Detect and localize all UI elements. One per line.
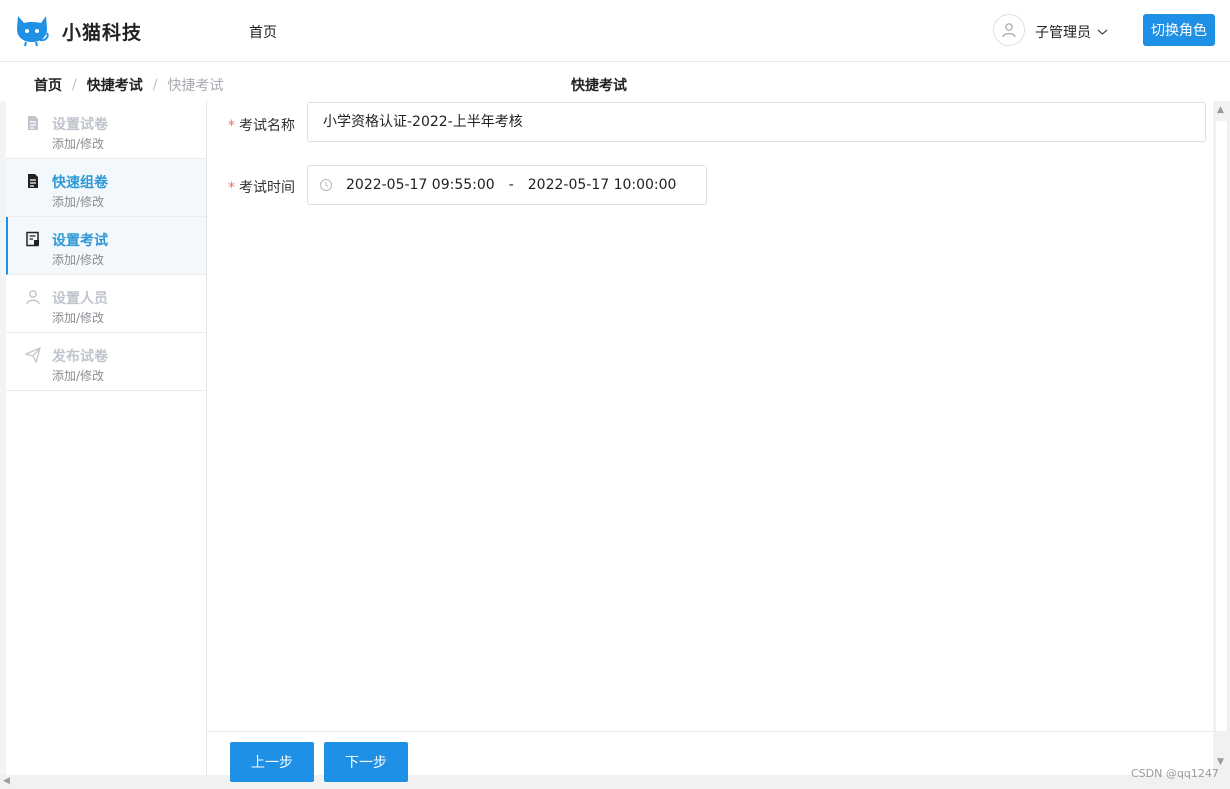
- switch-role-button[interactable]: 切换角色: [1143, 14, 1215, 46]
- clock-icon: [320, 179, 332, 191]
- nav-home-link[interactable]: 首页: [249, 22, 277, 42]
- step-title: 设置人员: [52, 291, 108, 307]
- horizontal-scrollbar[interactable]: ◀: [0, 775, 1230, 789]
- document-icon: [28, 116, 38, 130]
- scroll-down-icon[interactable]: ▼: [1217, 757, 1224, 767]
- cat-logo-icon[interactable]: [14, 13, 50, 47]
- breadcrumb-home[interactable]: 首页: [34, 75, 62, 95]
- vertical-scrollbar[interactable]: ▲ ▼: [1213, 101, 1230, 775]
- exam-setting-icon: [26, 231, 39, 247]
- breadcrumb: 首页 / 快捷考试 / 快捷考试: [34, 75, 223, 95]
- breadcrumb-bar: 首页 / 快捷考试 / 快捷考试 快捷考试: [0, 63, 1230, 101]
- steps-sidebar: 设置试卷 添加/修改 快速组卷 添加/修改 设置考试 添加/修改 设置人员 添加…: [6, 101, 207, 789]
- step-set-exam[interactable]: 设置考试 添加/修改: [6, 217, 206, 275]
- step-subtitle: 添加/修改: [52, 253, 105, 267]
- exam-name-label: * 考试名称: [207, 115, 295, 135]
- next-step-button[interactable]: 下一步: [324, 742, 408, 782]
- brand-name: 小猫科技: [62, 22, 143, 44]
- breadcrumb-quick-exam[interactable]: 快捷考试: [87, 75, 143, 95]
- chevron-down-icon: [1097, 29, 1108, 35]
- step-title: 设置考试: [52, 233, 108, 249]
- exam-time-start[interactable]: 2022-05-17 09:55:00: [346, 177, 495, 193]
- required-mark: *: [228, 180, 235, 196]
- step-title: 设置试卷: [52, 117, 108, 133]
- step-quick-compose[interactable]: 快速组卷 添加/修改: [6, 159, 206, 217]
- exam-time-label: * 考试时间: [207, 177, 295, 197]
- step-subtitle: 添加/修改: [52, 369, 105, 383]
- user-icon: [1002, 23, 1016, 38]
- top-header: 小猫科技 首页 子管理员 切换角色: [0, 0, 1230, 62]
- exam-name-input[interactable]: 小学资格认证-2022-上半年考核: [307, 102, 1206, 142]
- step-title: 发布试卷: [52, 349, 108, 365]
- user-name-label: 子管理员: [1035, 25, 1091, 41]
- user-menu[interactable]: 子管理员: [1035, 22, 1108, 42]
- breadcrumb-separator: /: [152, 77, 158, 93]
- document-icon: [28, 174, 38, 188]
- breadcrumb-separator: /: [72, 77, 77, 93]
- watermark: CSDN @qq1247: [1131, 767, 1219, 780]
- paper-plane-icon: [25, 347, 41, 363]
- required-mark: *: [228, 118, 235, 134]
- exam-time-end[interactable]: 2022-05-17 10:00:00: [528, 177, 677, 193]
- range-separator: -: [508, 177, 514, 193]
- exam-name-label-text: 考试名称: [239, 118, 295, 134]
- exam-time-label-text: 考试时间: [239, 180, 295, 196]
- step-subtitle: 添加/修改: [52, 311, 105, 325]
- step-set-paper[interactable]: 设置试卷 添加/修改: [6, 101, 206, 159]
- person-icon: [26, 290, 40, 305]
- breadcrumb-current: 快捷考试: [167, 78, 224, 94]
- step-set-personnel[interactable]: 设置人员 添加/修改: [6, 275, 206, 333]
- step-subtitle: 添加/修改: [52, 137, 105, 151]
- scrollbar-thumb[interactable]: [1216, 121, 1227, 731]
- step-publish-paper[interactable]: 发布试卷 添加/修改: [6, 333, 206, 391]
- page-title: 快捷考试: [571, 78, 627, 94]
- prev-step-button[interactable]: 上一步: [230, 742, 314, 782]
- step-subtitle: 添加/修改: [52, 195, 105, 209]
- scroll-left-icon[interactable]: ◀: [3, 776, 10, 786]
- avatar[interactable]: [993, 14, 1025, 46]
- step-title: 快速组卷: [52, 175, 108, 191]
- scroll-up-icon[interactable]: ▲: [1217, 105, 1224, 115]
- exam-time-range-picker[interactable]: 2022-05-17 09:55:00 - 2022-05-17 10:00:0…: [307, 165, 707, 205]
